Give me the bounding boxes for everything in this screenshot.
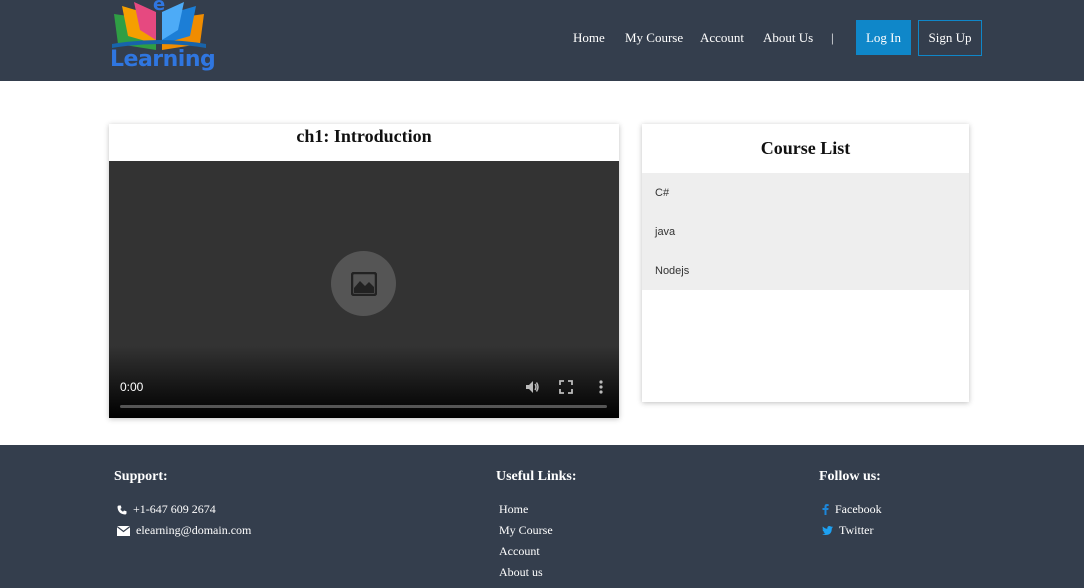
signup-button[interactable]: Sign Up [918,20,982,56]
twitter-label: Twitter [839,523,874,537]
volume-icon[interactable] [524,379,540,395]
course-item-nodejs[interactable]: Nodejs [642,251,969,290]
fullscreen-icon[interactable] [558,379,574,395]
broken-media-icon[interactable] [331,251,396,316]
support-email[interactable]: elearning@domain.com [117,523,251,538]
useful-links-heading: Useful Links: [496,469,577,484]
logo-letter: e [153,0,166,15]
site-header: e Learning Home My Course Account About … [0,0,1084,81]
support-heading: Support: [114,469,168,484]
course-list: C# java Nodejs [642,173,969,290]
video-card: ch1: Introduction 0:00 [109,124,619,418]
email-address: elearning@domain.com [136,523,252,537]
twitter-icon [822,526,833,535]
site-footer: Support: +1-647 609 2674 elearning@domai… [0,445,1084,588]
course-item-csharp[interactable]: C# [642,173,969,212]
nav-account[interactable]: Account [700,30,744,46]
nav-home[interactable]: Home [573,30,605,46]
follow-us-heading: Follow us: [819,469,881,484]
footer-link-account[interactable]: Account [499,544,540,559]
elearning-logo[interactable]: e Learning [108,0,216,76]
footer-link-my-course[interactable]: My Course [499,523,553,538]
nav-my-course[interactable]: My Course [625,30,683,46]
course-list-card: Course List C# java Nodejs [642,124,969,402]
video-time: 0:00 [120,380,144,394]
facebook-icon [822,504,829,515]
course-list-title: Course List [760,138,851,158]
footer-link-about-us[interactable]: About us [499,565,543,580]
course-item-java[interactable]: java [642,212,969,251]
footer-link-home[interactable]: Home [499,502,528,517]
video-title: ch1: Introduction [296,126,432,146]
video-player[interactable]: 0:00 [109,161,619,418]
envelope-icon [117,525,130,536]
twitter-link[interactable]: Twitter [822,523,873,538]
phone-number: +1-647 609 2674 [133,502,216,516]
login-button[interactable]: Log In [856,20,911,55]
video-progress-bar[interactable] [120,405,607,408]
facebook-label: Facebook [835,502,882,516]
nav-about-us[interactable]: About Us [763,30,813,46]
phone-icon [117,505,127,514]
support-phone[interactable]: +1-647 609 2674 [117,502,216,517]
more-options-icon[interactable] [593,379,609,395]
facebook-link[interactable]: Facebook [822,502,882,517]
logo-wordmark: Learning [110,47,216,72]
nav-separator: | [831,30,834,45]
